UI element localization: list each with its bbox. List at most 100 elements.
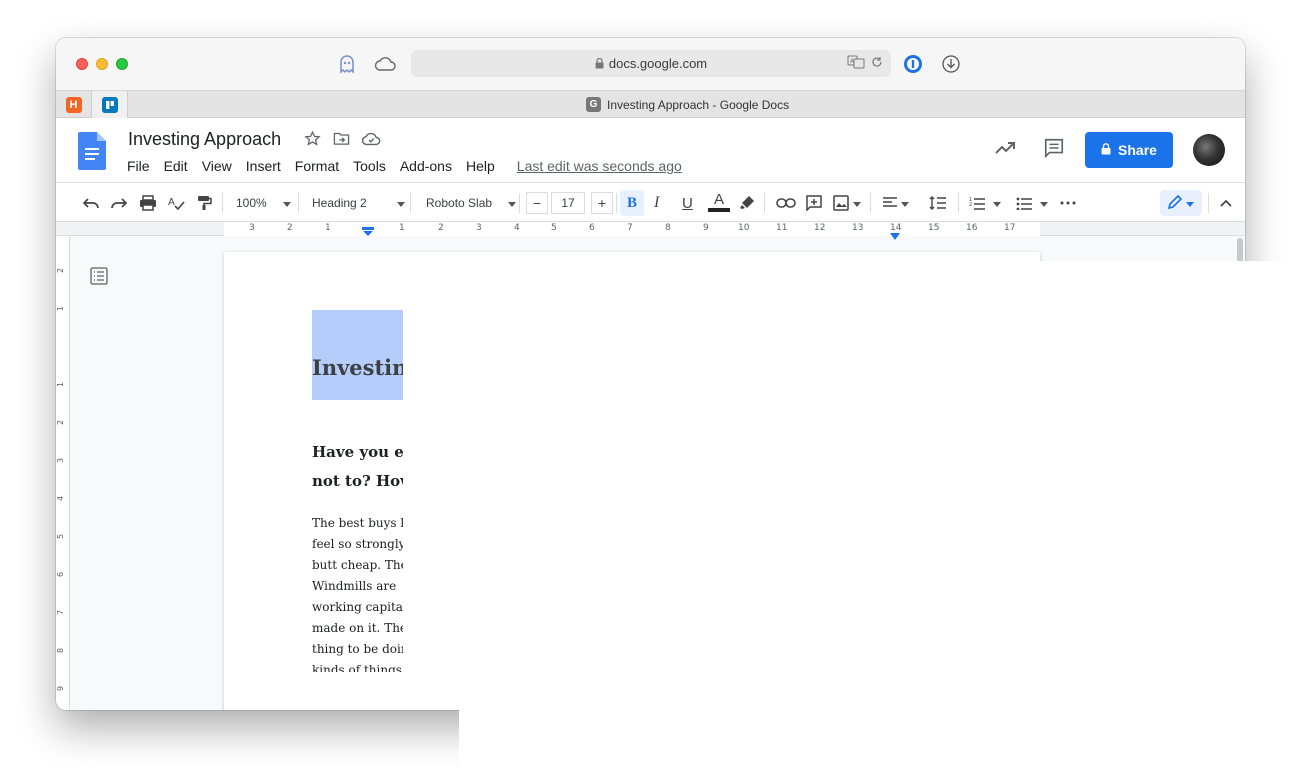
- star-icon[interactable]: [304, 130, 321, 152]
- menu-insert[interactable]: Insert: [246, 158, 281, 174]
- undo-icon[interactable]: [82, 193, 100, 213]
- body-line: The best buys l: [312, 516, 403, 530]
- redo-icon[interactable]: [110, 193, 128, 213]
- bold-button[interactable]: B: [620, 190, 644, 216]
- zoom-window-button[interactable]: [116, 58, 128, 70]
- lock-icon: [595, 58, 604, 69]
- document-subheading[interactable]: Have you ev not to? How: [312, 438, 403, 496]
- formatting-toolbar: A 100% Heading 2 Roboto Slab − 17 + B I …: [56, 182, 1245, 222]
- text-color-button[interactable]: A: [708, 191, 730, 215]
- bulleted-list-icon[interactable]: [1016, 193, 1048, 213]
- print-icon[interactable]: [139, 193, 157, 213]
- body-line: working capita: [312, 600, 403, 614]
- pinned-tab-trello[interactable]: [92, 91, 128, 118]
- menu-tools[interactable]: Tools: [353, 158, 386, 174]
- line-spacing-icon[interactable]: [929, 193, 947, 213]
- ruler-label: 4: [56, 495, 66, 502]
- move-to-folder-icon[interactable]: [333, 131, 350, 151]
- decrease-font-size-button[interactable]: −: [526, 192, 548, 214]
- ruler-track: 3 2 1 1 2 3 4 5 6 7 8 9 10 11 12 13 14 1…: [224, 222, 1040, 240]
- font-value: Roboto Slab: [426, 196, 493, 210]
- cloud-extension-icon[interactable]: [374, 54, 396, 74]
- document-title[interactable]: Investing Approach: [128, 129, 281, 150]
- reload-icon[interactable]: [871, 56, 883, 71]
- trello-icon: [101, 96, 118, 113]
- translate-icon[interactable]: A: [847, 55, 865, 72]
- style-value: Heading 2: [312, 196, 367, 210]
- insert-link-icon[interactable]: [776, 193, 796, 213]
- address-bar[interactable]: docs.google.com A: [411, 50, 891, 77]
- docs-favicon-icon: G: [586, 97, 601, 112]
- ghost-extension-icon[interactable]: [336, 54, 358, 74]
- document-body[interactable]: The best buys l feel so strongly butt ch…: [312, 513, 403, 672]
- share-button[interactable]: Share: [1085, 132, 1173, 168]
- toolbar-divider: [298, 193, 299, 213]
- collapse-toolbar-icon[interactable]: [1220, 193, 1232, 213]
- insert-image-icon[interactable]: [833, 193, 861, 213]
- active-tab[interactable]: G Investing Approach - Google Docs: [586, 97, 789, 112]
- close-window-button[interactable]: [76, 58, 88, 70]
- numbered-list-icon[interactable]: 12: [969, 193, 1001, 213]
- pinned-tab-h[interactable]: H: [56, 91, 92, 118]
- paint-format-icon[interactable]: [196, 193, 212, 213]
- body-line: butt cheap. The: [312, 558, 403, 572]
- tab-bar: H G Investing Approach - Google Docs: [56, 90, 1245, 118]
- subheading-line: Have you ev: [312, 443, 403, 461]
- italic-button[interactable]: I: [654, 193, 659, 213]
- highlight-icon[interactable]: [739, 193, 755, 213]
- ruler-label: 3: [56, 457, 66, 464]
- font-select[interactable]: Roboto Slab: [426, 193, 517, 213]
- ruler-label: 1: [325, 223, 331, 233]
- menu-format[interactable]: Format: [295, 158, 339, 174]
- minimize-window-button[interactable]: [96, 58, 108, 70]
- increase-font-size-button[interactable]: +: [591, 192, 613, 214]
- document-outline-icon[interactable]: [90, 267, 108, 290]
- ruler-label: 2: [287, 223, 293, 233]
- ruler-label: 1: [56, 381, 66, 388]
- ruler-label: 16: [966, 223, 978, 233]
- ruler-label: 8: [665, 223, 671, 233]
- menu-edit[interactable]: Edit: [164, 158, 188, 174]
- style-select[interactable]: Heading 2: [312, 193, 405, 213]
- body-line: Windmills are: [312, 579, 397, 593]
- activity-trend-icon[interactable]: [993, 136, 1017, 165]
- toolbar-divider: [1208, 193, 1209, 213]
- ruler-label: 4: [514, 223, 520, 233]
- menu-help[interactable]: Help: [466, 158, 495, 174]
- spellcheck-icon[interactable]: A: [167, 193, 185, 213]
- ruler-label: 5: [551, 223, 557, 233]
- underline-button[interactable]: U: [682, 193, 693, 213]
- ruler-label: 7: [627, 223, 633, 233]
- password-manager-icon[interactable]: [902, 54, 924, 74]
- heading-selection[interactable]: Investing: [312, 310, 403, 400]
- ruler-label: 3: [249, 223, 255, 233]
- add-comment-icon[interactable]: [806, 193, 822, 213]
- last-edit-link[interactable]: Last edit was seconds ago: [517, 158, 682, 174]
- left-indent-marker-icon[interactable]: [362, 224, 374, 242]
- vertical-ruler[interactable]: 2 1 1 2 3 4 5 6 7 8 9: [56, 236, 70, 710]
- menu-view[interactable]: View: [202, 158, 232, 174]
- font-size-input[interactable]: 17: [551, 192, 585, 214]
- chevron-down-icon: [993, 196, 1001, 210]
- align-left-icon[interactable]: [882, 193, 909, 213]
- cloud-saved-icon[interactable]: [361, 132, 381, 151]
- docs-logo-icon[interactable]: [78, 132, 106, 175]
- horizontal-ruler[interactable]: 3 2 1 1 2 3 4 5 6 7 8 9 10 11 12 13 14 1…: [56, 222, 1245, 240]
- docs-header: Investing Approach File Edit View Insert…: [56, 118, 1245, 182]
- ruler-label: 5: [56, 533, 66, 540]
- menu-file[interactable]: File: [127, 158, 150, 174]
- downloads-icon[interactable]: [940, 54, 962, 74]
- more-options-icon[interactable]: [1060, 193, 1076, 213]
- svg-text:A: A: [168, 197, 175, 208]
- toolbar-divider: [870, 193, 871, 213]
- right-indent-marker-icon[interactable]: [890, 228, 900, 246]
- comments-icon[interactable]: [1043, 137, 1065, 164]
- chevron-down-icon: [282, 196, 291, 210]
- zoom-select[interactable]: 100%: [236, 193, 291, 213]
- ruler-label: 7: [56, 609, 66, 616]
- ruler-label: 1: [56, 305, 66, 312]
- avatar[interactable]: [1193, 134, 1225, 166]
- menu-addons[interactable]: Add-ons: [400, 158, 452, 174]
- editing-mode-button[interactable]: [1160, 190, 1202, 216]
- ruler-label: 3: [476, 223, 482, 233]
